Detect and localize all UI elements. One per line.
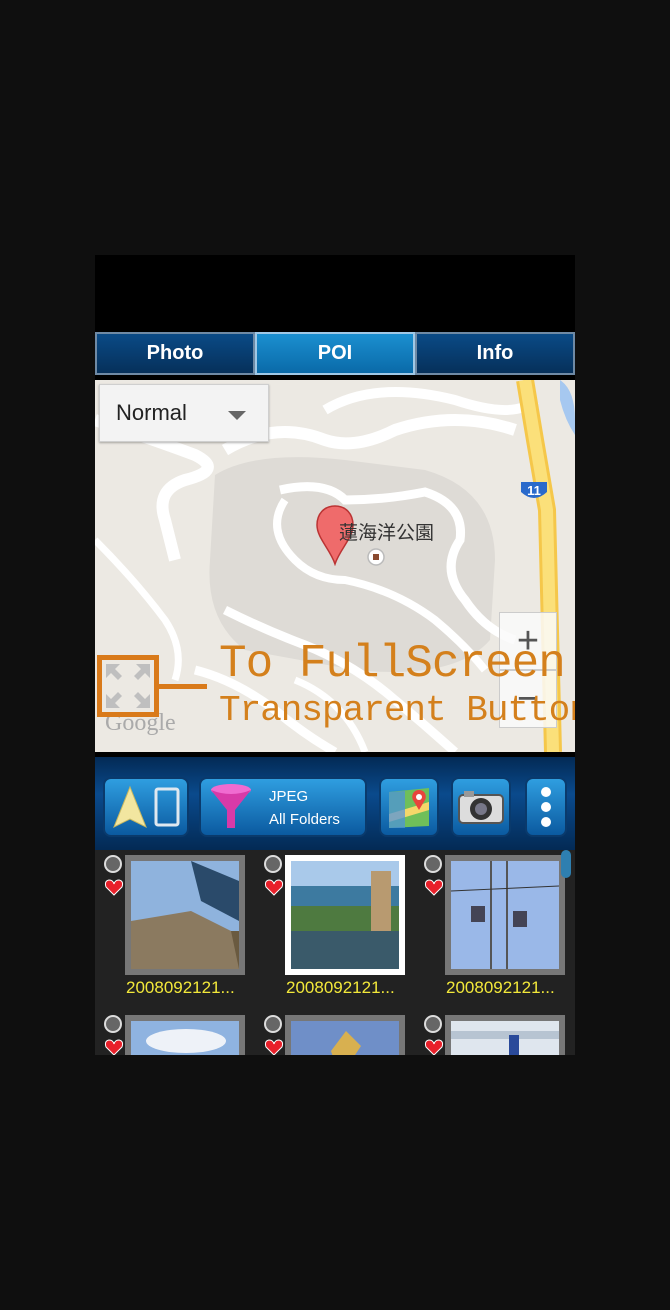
annotation-connector [159,684,207,689]
google-maps-button[interactable] [379,777,439,837]
photo-image [451,1021,559,1055]
photo-thumbnail[interactable] [445,855,565,975]
camera-badge-icon [424,1015,442,1033]
camera-badge-icon [424,855,442,873]
camera-badge-icon [264,1015,282,1033]
camera-button[interactable] [451,777,511,837]
map-type-select[interactable]: Normal [99,384,269,442]
tab-poi[interactable]: POI [255,332,415,375]
annotation-line-2: Transparent Button [219,690,575,731]
more-vertical-icon [541,787,551,827]
filter-type-label: JPEG [269,788,309,805]
camera-icon [458,791,504,824]
file-filter-button[interactable]: JPEG All Folders [199,777,367,837]
navigation-arrow-icon [113,785,180,829]
location-heart-icon [104,879,124,896]
photo-thumbnail[interactable] [125,855,245,975]
location-heart-icon [264,1039,284,1055]
tab-bar: Photo POI Info [95,332,575,375]
photo-image [291,861,399,969]
photo-thumbnail[interactable] [445,1015,565,1055]
location-heart-icon [264,879,284,896]
photo-image [131,861,239,969]
camera-badge-icon [104,1015,122,1033]
chevron-down-icon [228,411,246,420]
photo-image [131,1021,239,1055]
tab-photo[interactable]: Photo [95,332,255,375]
svg-text:11: 11 [527,483,541,498]
orientation-button[interactable] [103,777,189,837]
photo-image [451,861,559,969]
annotation-line-1: To FullScreen [219,638,566,690]
map-type-value: Normal [116,400,187,425]
photo-filename: 2008092121... [286,978,395,997]
photo-thumbnail[interactable] [285,855,405,975]
bottom-toolbar: JPEG All Folders [95,757,575,850]
photo-thumbnail[interactable] [285,1015,405,1055]
fullscreen-expand-icon [106,664,150,708]
photo-filename: 2008092121... [126,978,235,997]
map-view[interactable]: 11 蓮海洋公園 Normal + − Google To FullScreen [95,380,575,752]
photo-filename: 2008092121... [446,978,555,997]
funnel-icon [211,784,251,828]
route-11-shield-icon: 11 [521,482,547,498]
overflow-menu-button[interactable] [525,777,567,837]
tab-info[interactable]: Info [415,332,575,375]
photo-thumbnail[interactable] [125,1015,245,1055]
location-heart-icon [104,1039,124,1055]
google-maps-icon [389,788,429,828]
location-heart-icon [424,1039,444,1055]
camera-badge-icon [264,855,282,873]
camera-badge-icon [104,855,122,873]
fullscreen-button[interactable] [97,655,159,717]
poi-label: 蓮海洋公園 [339,523,435,544]
photo-grid: 2008092121... 2008092121... 2008092121..… [95,850,575,1055]
photo-image [291,1021,399,1055]
filter-folder-label: All Folders [269,811,340,828]
location-heart-icon [424,879,444,896]
grid-scrollbar[interactable] [561,850,571,878]
app-window: Photo POI Info 11 蓮海洋公園 Normal + − Googl… [95,255,575,1055]
